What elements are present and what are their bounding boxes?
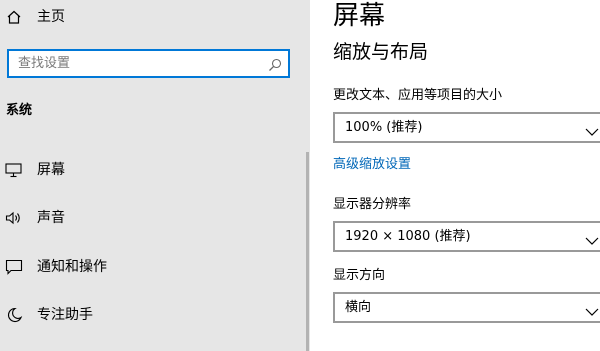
section-subtitle: 缩放与布局	[333, 41, 429, 63]
sidebar-item-sound[interactable]: 声音	[0, 198, 300, 238]
resolution-dropdown[interactable]: 1920 × 1080 (推荐)	[333, 221, 600, 252]
sidebar-item-focus-assist[interactable]: 专注助手	[0, 295, 300, 335]
resolution-value: 1920 × 1080 (推荐)	[345, 229, 471, 244]
chevron-down-icon	[585, 122, 599, 136]
home-icon	[6, 9, 22, 25]
speaker-icon	[5, 210, 23, 226]
monitor-icon	[5, 162, 23, 178]
sidebar-item-label: 专注助手	[37, 307, 93, 323]
notification-icon	[5, 259, 23, 275]
sidebar: 主页 系统 屏幕 声音 通知和操作 专注助手	[0, 0, 310, 351]
page-title: 屏幕	[333, 1, 386, 31]
main-content: 屏幕 缩放与布局 更改文本、应用等项目的大小 100% (推荐) 高级缩放设置 …	[310, 0, 600, 351]
search-input[interactable]	[9, 51, 258, 76]
sidebar-scrollbar[interactable]	[306, 152, 309, 351]
scale-value: 100% (推荐)	[345, 120, 423, 135]
orientation-label: 显示方向	[333, 268, 386, 283]
sidebar-item-label: 通知和操作	[37, 259, 107, 275]
sidebar-item-display[interactable]: 屏幕	[0, 150, 300, 190]
sidebar-item-label: 屏幕	[37, 162, 65, 178]
sidebar-item-home[interactable]: 主页	[0, 0, 310, 38]
scale-dropdown[interactable]: 100% (推荐)	[333, 112, 600, 143]
orientation-dropdown[interactable]: 横向	[333, 292, 600, 323]
chevron-down-icon	[585, 302, 599, 316]
search-box[interactable]	[7, 49, 290, 78]
moon-icon	[5, 307, 23, 323]
section-title-system: 系统	[6, 103, 33, 118]
advanced-scaling-link[interactable]: 高级缩放设置	[333, 155, 411, 175]
resolution-label: 显示器分辨率	[333, 197, 412, 212]
sidebar-item-label: 主页	[37, 9, 65, 25]
scale-label: 更改文本、应用等项目的大小	[333, 88, 503, 103]
sidebar-item-label: 声音	[37, 210, 65, 226]
orientation-value: 横向	[345, 300, 372, 315]
search-icon[interactable]	[268, 57, 282, 71]
chevron-down-icon	[585, 231, 599, 245]
sidebar-item-notifications[interactable]: 通知和操作	[0, 247, 300, 287]
